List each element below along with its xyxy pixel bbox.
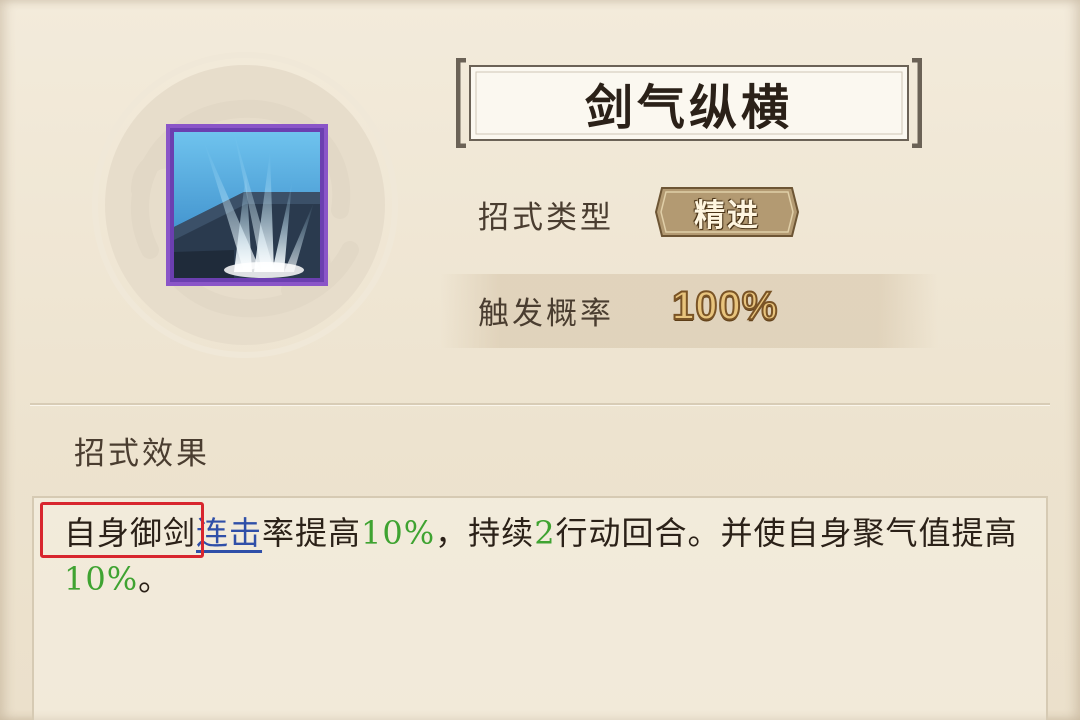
effect-heading: 招式效果	[74, 436, 210, 472]
skill-type-label: 招式类型	[478, 200, 614, 236]
effect-value: 2	[534, 514, 556, 552]
skill-type-value: 精进	[694, 197, 760, 234]
skill-title-frame: 剑气纵横	[456, 58, 922, 148]
effect-value: 10%	[64, 560, 139, 598]
effect-text-part: 行动回合。并使自身聚气值提高	[555, 514, 1018, 552]
effect-value: 10%	[361, 514, 436, 552]
effect-description: 自身御剑连击率提高10%，持续2行动回合。并使自身聚气值提高10%。	[64, 510, 1034, 602]
skill-name: 剑气纵横	[584, 80, 793, 136]
trigger-rate-label: 触发概率	[478, 296, 614, 332]
section-divider	[30, 403, 1050, 406]
skill-icon[interactable]	[166, 124, 328, 286]
combo-link[interactable]: 连击	[196, 514, 262, 552]
skill-type-badge: 精进	[654, 186, 800, 238]
highlight-box	[40, 502, 204, 558]
effect-text-part: 。	[138, 560, 172, 598]
trigger-rate-value: 100%	[671, 283, 779, 329]
sword-qi-skill-icon	[174, 132, 320, 278]
effect-text-part: ，持续	[435, 514, 535, 552]
skill-detail-panel: 剑气纵横 招式类型 精进 触发概率 100% 招式效果 自身御剑连击率提高10%…	[0, 0, 1080, 720]
effect-text-part: 率提高	[262, 514, 362, 552]
